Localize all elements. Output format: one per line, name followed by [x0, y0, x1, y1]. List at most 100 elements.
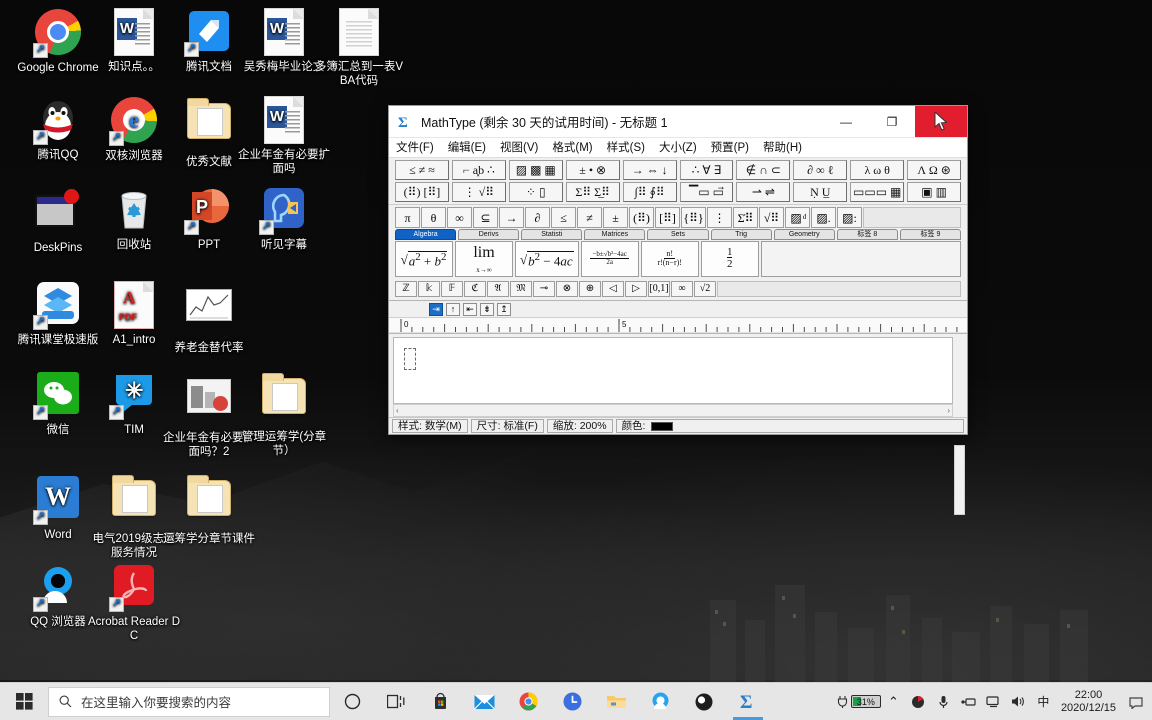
palette-button[interactable]: ≤ ≠ ≈ — [395, 160, 449, 180]
extra-symbol-button[interactable]: ℤ — [395, 281, 417, 297]
minimize-button[interactable]: — — [823, 106, 869, 137]
mathtype-titlebar[interactable]: Σ MathType (剩余 30 天的试用时间) - 无标题 1 — ❐ — [389, 106, 967, 138]
battery-icon[interactable]: 31% — [836, 683, 881, 720]
desktop-icon[interactable]: 多簿汇总到一表VBA代码 — [311, 8, 407, 88]
menu-item[interactable]: 预置(P) — [704, 138, 756, 158]
scroll-right-arrow[interactable]: › — [947, 406, 950, 415]
symbol-button[interactable]: ⊆ — [473, 207, 498, 228]
mathtype-window[interactable]: Σ MathType (剩余 30 天的试用时间) - 无标题 1 — ❐ 文件… — [388, 105, 968, 515]
horizontal-ruler[interactable]: 0 5 — [389, 318, 967, 334]
symbol-button[interactable]: (⠿) — [629, 207, 654, 228]
formula-button-limit-x-to-infinity[interactable]: lim x→∞ — [455, 241, 513, 277]
tab-stop-left[interactable]: ⇥ — [429, 302, 443, 316]
start-button[interactable] — [0, 683, 48, 720]
menu-item[interactable]: 视图(V) — [493, 138, 545, 158]
quick-symbol-row[interactable]: π θ ∞ ⊆ → ∂ ≤ ≠ ± (⠿) [⠿] {⠿} ⋮ Σ̇⠿ √⠿ ▨ ͩ ▨. ▨: — [389, 205, 967, 228]
obs-icon[interactable] — [682, 683, 726, 720]
desktop-icon[interactable]: 听见字幕 — [236, 186, 332, 252]
extra-symbol-button[interactable]: [0,1] — [648, 281, 670, 297]
close-button[interactable] — [915, 106, 967, 137]
menu-item[interactable]: 格式(M) — [545, 138, 599, 158]
mail-icon[interactable] — [462, 683, 506, 720]
palette-button[interactable]: ± • ⊗ — [565, 160, 620, 180]
palette-button[interactable]: ⁘ ▯ — [508, 182, 563, 202]
palette-button[interactable]: Λ Ω ⊛ — [907, 160, 962, 180]
show-hidden-icons-chevron[interactable]: ⌃ — [881, 683, 906, 720]
extra-symbol-button[interactable]: ◁ — [602, 281, 624, 297]
symbol-palette-toolbar[interactable]: ≤ ≠ ≈ ⌐ a͓b ∴ ▨ ▩ ▦ ± • ⊗ → ⇔ ↓ ∴ ∀ ∃ ∉ ∩ ⊂ ∂ ∞… — [389, 158, 967, 205]
onedrive-red-icon[interactable] — [906, 683, 931, 720]
volume-icon[interactable] — [1006, 683, 1031, 720]
network-icon[interactable] — [981, 683, 1006, 720]
palette-button[interactable]: ∫⠿ ∮⠿ — [622, 182, 677, 202]
scroll-left-arrow[interactable]: ‹ — [396, 406, 399, 415]
microsoft-store-icon[interactable] — [418, 683, 462, 720]
palette-button[interactable]: ▭▭▭ ▦ — [850, 182, 905, 202]
menu-item[interactable]: 编辑(E) — [441, 138, 493, 158]
menu-item[interactable]: 样式(S) — [600, 138, 652, 158]
empty-equation-slot[interactable] — [404, 348, 416, 370]
palette-tab-标签-9[interactable]: 标签 9 — [899, 229, 961, 240]
symbol-button[interactable]: ∂ — [525, 207, 550, 228]
extra-symbol-button[interactable]: 𝕜 — [418, 281, 440, 297]
symbol-button[interactable]: ≠ — [577, 207, 602, 228]
windows-taskbar[interactable]: 在这里输入你要搜索的内容 Σ 31% ⌃ 中 22:00 2020/12/15 — [0, 682, 1152, 720]
palette-button[interactable]: (⠿) [⠿] — [395, 182, 449, 202]
equation-edit-area[interactable] — [393, 337, 953, 404]
palette-row-1[interactable]: ≤ ≠ ≈ ⌐ a͓b ∴ ▨ ▩ ▦ ± • ⊗ → ⇔ ↓ ∴ ∀ ∃ ∉ ∩ ⊂ ∂ ∞… — [395, 160, 962, 180]
qq-browser-icon[interactable] — [638, 683, 682, 720]
tab-stop-decimal[interactable]: ⇟ — [480, 302, 494, 316]
extra-symbol-button[interactable]: ℭ — [464, 281, 486, 297]
symbol-button[interactable]: ± — [603, 207, 628, 228]
usb-device-icon[interactable] — [956, 683, 981, 720]
algebra-formula-row[interactable]: √ a2 + b2 lim x→∞ √ b2 − 4ac −b±√b²−4ac 2a n! r!(… — [389, 240, 967, 279]
palette-button[interactable]: ⌐ a͓b ∴ — [451, 160, 506, 180]
tab-stop-center[interactable]: ↑ — [446, 302, 460, 316]
palette-button[interactable]: ⇀ ⇌ — [736, 182, 791, 202]
microphone-icon[interactable] — [931, 683, 956, 720]
palette-tab-sets[interactable]: Sets — [647, 229, 709, 240]
extra-symbol-button[interactable]: 𝔐 — [510, 281, 532, 297]
menu-item[interactable]: 大小(Z) — [652, 138, 704, 158]
palette-tab-algebra[interactable]: Algebra — [395, 229, 457, 240]
palette-tab-标签-8[interactable]: 标签 8 — [836, 229, 898, 240]
symbol-button[interactable]: ▨. — [811, 207, 836, 228]
formula-button-sqrt-b2-minus-4ac[interactable]: √ b2 − 4ac — [515, 241, 579, 277]
tab-stop-toolbar[interactable]: ⇥ ↑ ⇤ ⇟ ↥ — [389, 301, 967, 318]
maximize-button[interactable]: ❐ — [869, 106, 915, 137]
search-input[interactable]: 在这里输入你要搜索的内容 — [48, 686, 330, 717]
palette-button[interactable]: ∴ ∀ ∃ — [679, 160, 734, 180]
extra-symbol-button[interactable]: ⊗ — [556, 281, 578, 297]
palette-row-2[interactable]: (⠿) [⠿] ⋮ √⠿ ⁘ ▯ Σ⠿ Σ̲⠿ ∫⠿ ∮⠿ ▔▭ ▭⃗ ⇀ ⇌ Ṇ U̲ ▭▭▭… — [395, 182, 962, 202]
palette-tab-matrices[interactable]: Matrices — [584, 229, 646, 240]
palette-tab-derivs[interactable]: Derivs — [458, 229, 520, 240]
task-view-icon[interactable] — [374, 683, 418, 720]
extra-symbol-button[interactable]: 𝔄 — [487, 281, 509, 297]
symbol-button[interactable]: → — [499, 207, 524, 228]
symbol-button[interactable]: ≤ — [551, 207, 576, 228]
mathtype-taskbar-icon[interactable]: Σ — [726, 683, 770, 720]
palette-button[interactable]: ∂ ∞ ℓ — [793, 160, 848, 180]
symbol-button[interactable]: {⠿} — [681, 207, 706, 228]
symbol-button[interactable]: Σ̇⠿ — [733, 207, 758, 228]
formula-button-sqrt-a2-b2[interactable]: √ a2 + b2 — [395, 241, 453, 277]
extra-symbol-button[interactable]: ∞ — [671, 281, 693, 297]
ime-indicator[interactable]: 中 — [1031, 683, 1056, 720]
symbol-button[interactable]: θ — [421, 207, 446, 228]
extra-symbol-button[interactable]: ▷ — [625, 281, 647, 297]
palette-tab-statisti[interactable]: Statisti — [521, 229, 583, 240]
extra-symbol-button[interactable]: 𝔽 — [441, 281, 463, 297]
palette-button[interactable]: ⋮ √⠿ — [451, 182, 506, 202]
palette-button[interactable]: Ṇ U̲ — [793, 182, 848, 202]
horizontal-scrollbar[interactable]: ‹ › — [393, 404, 953, 417]
tab-stop-relation[interactable]: ↥ — [497, 302, 511, 316]
palette-button[interactable]: ▨ ▩ ▦ — [508, 160, 563, 180]
extra-symbol-button[interactable]: ⊸ — [533, 281, 555, 297]
symbol-button[interactable]: ▨ ͩ — [785, 207, 810, 228]
action-center-icon[interactable] — [1123, 683, 1148, 720]
symbol-button[interactable]: π — [395, 207, 420, 228]
symbol-button[interactable]: ▨: — [837, 207, 862, 228]
palette-button[interactable]: ∉ ∩ ⊂ — [736, 160, 791, 180]
vertical-scrollbar[interactable] — [954, 445, 965, 515]
desktop-icon[interactable]: 养老金替代率 — [161, 281, 257, 355]
